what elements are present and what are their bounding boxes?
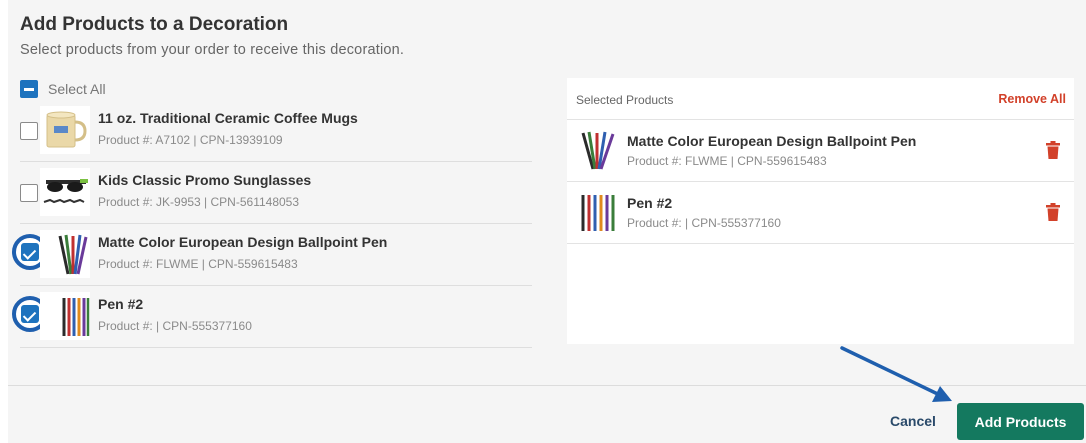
add-products-dialog: Add Products to a Decoration Select prod… (8, 0, 1086, 443)
sunglasses-icon (40, 168, 90, 216)
product-row[interactable]: Kids Classic Promo Sunglasses Product #:… (20, 162, 532, 224)
product-row[interactable]: Matte Color European Design Ballpoint Pe… (12, 224, 532, 286)
product-row[interactable]: 11 oz. Traditional Ceramic Coffee Mugs P… (20, 100, 532, 162)
select-all-checkbox[interactable]: Select All (20, 79, 106, 99)
pens-icon (40, 230, 90, 278)
selected-product-meta: Product #: | CPN-555377160 (627, 216, 781, 230)
selected-products-header: Selected Products Remove All (567, 78, 1074, 120)
product-checkbox[interactable] (20, 184, 38, 202)
product-name: Kids Classic Promo Sunglasses (98, 172, 312, 188)
product-name: Matte Color European Design Ballpoint Pe… (98, 234, 388, 250)
indeterminate-checkbox-icon[interactable] (20, 80, 38, 98)
pens-icon (40, 292, 90, 340)
selected-product-name: Matte Color European Design Ballpoint Pe… (627, 133, 917, 149)
selected-product-row: Pen #2 Product #: | CPN-555377160 (567, 183, 1074, 244)
remove-all-button[interactable]: Remove All (998, 92, 1066, 106)
cancel-button[interactable]: Cancel (878, 405, 948, 437)
dialog-title: Add Products to a Decoration (20, 14, 289, 35)
product-meta: Product #: FLWME | CPN-559615483 (98, 257, 298, 271)
dialog-subtitle: Select products from your order to recei… (20, 42, 405, 58)
pens-icon (581, 131, 615, 170)
add-products-button[interactable]: Add Products (957, 403, 1084, 440)
product-checkbox[interactable] (20, 122, 38, 140)
product-row[interactable]: Pen #2 Product #: | CPN-555377160 (12, 286, 532, 348)
product-meta: Product #: A7102 | CPN-13939109 (98, 133, 283, 147)
pens-icon (581, 195, 615, 231)
product-name: 11 oz. Traditional Ceramic Coffee Mugs (98, 110, 358, 126)
trash-icon[interactable] (1046, 141, 1060, 159)
selected-products-title: Selected Products (576, 93, 674, 107)
mug-icon (40, 106, 90, 154)
selected-product-name: Pen #2 (627, 195, 673, 211)
selected-product-meta: Product #: FLWME | CPN-559615483 (627, 154, 827, 168)
selected-products-panel: Selected Products Remove All Matte Color… (567, 78, 1074, 344)
select-all-label: Select All (48, 81, 106, 97)
product-meta: Product #: JK-9953 | CPN-561148053 (98, 195, 300, 209)
selected-product-row: Matte Color European Design Ballpoint Pe… (567, 121, 1074, 182)
product-meta: Product #: | CPN-555377160 (98, 319, 252, 333)
product-name: Pen #2 (98, 296, 144, 312)
trash-icon[interactable] (1046, 203, 1060, 221)
